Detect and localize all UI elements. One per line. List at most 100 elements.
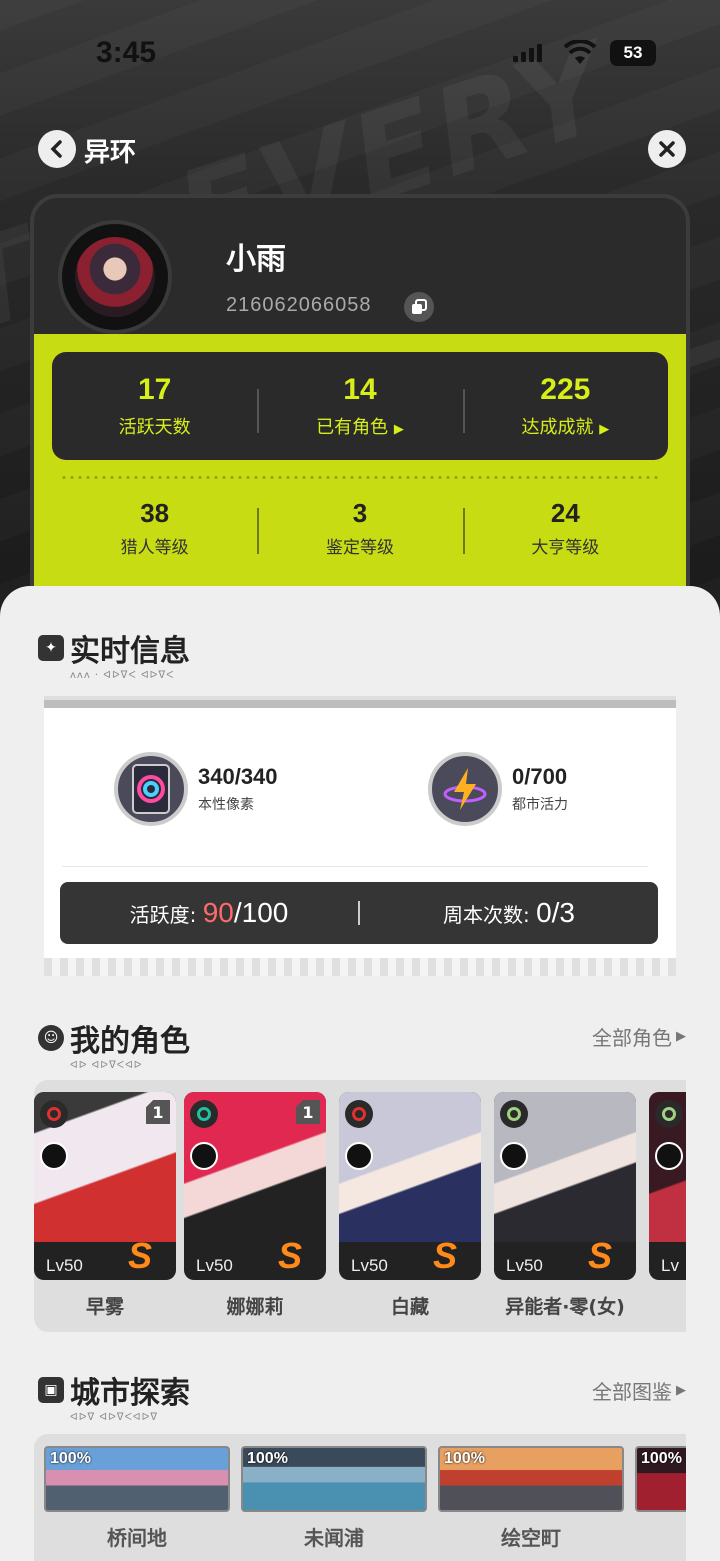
pixel-card-icon bbox=[114, 752, 188, 826]
city-header: ▣ 城市探索 bbox=[38, 1368, 190, 1412]
realtime-card: 340/340 本性像素 0/700 都市活力 活跃度: 90/100 周本次数… bbox=[44, 700, 676, 972]
lightning-icon bbox=[428, 752, 502, 826]
stat-label: 达成成就 bbox=[521, 417, 594, 438]
all-gallery-link[interactable]: 全部图鉴 ▶ bbox=[592, 1376, 686, 1405]
resource-value: 340/340 bbox=[198, 764, 278, 789]
person-icon: ☺ bbox=[38, 1025, 64, 1051]
stat-tycoon-level: 24 大亨等级 bbox=[462, 498, 668, 558]
city-card[interactable]: 100% bbox=[635, 1446, 686, 1512]
city-progress: 100% bbox=[444, 1450, 485, 1467]
sparkle-icon: ✦ bbox=[38, 635, 64, 661]
stat-label: 活跃天数 bbox=[118, 417, 191, 438]
stat-label: 鉴定等级 bbox=[325, 538, 394, 558]
character-level: Lv bbox=[661, 1256, 679, 1275]
stat-achievements[interactable]: 225 达成成就 ▶ bbox=[462, 373, 668, 439]
character-card[interactable]: Lv bbox=[649, 1092, 686, 1280]
close-button[interactable] bbox=[648, 130, 686, 168]
stat-value: 14 bbox=[343, 373, 377, 406]
stat-hunter-level: 38 猎人等级 bbox=[52, 498, 257, 558]
status-time: 3:45 bbox=[96, 36, 157, 69]
realtime-title: 实时信息 bbox=[70, 634, 190, 669]
picture-icon: ▣ bbox=[38, 1377, 64, 1403]
character-card[interactable]: Lv50 S bbox=[339, 1092, 481, 1280]
element-icon bbox=[190, 1100, 218, 1128]
weekly-value: 0/3 bbox=[536, 897, 576, 928]
city-name: 桥间地 bbox=[107, 1526, 167, 1550]
characters-list[interactable]: 1 Lv50 S 早雾 1 Lv50 S 娜娜莉 Lv50 S 白藏 Lv50 … bbox=[34, 1080, 686, 1332]
all-gallery-label: 全部图鉴 bbox=[592, 1380, 672, 1404]
avatar-frame[interactable] bbox=[58, 220, 172, 334]
character-name: 异能者·零(女) bbox=[505, 1296, 625, 1318]
s-rank-icon: S bbox=[278, 1235, 303, 1276]
character-card[interactable]: 1 Lv50 S bbox=[184, 1092, 326, 1280]
city-name: 未闻浦 bbox=[304, 1526, 364, 1550]
card-torn-edge bbox=[44, 958, 676, 976]
avatar bbox=[75, 237, 155, 317]
profile-name: 小雨 bbox=[226, 242, 286, 277]
close-icon bbox=[659, 141, 675, 157]
primary-stats: 17 活跃天数 14 已有角色 ▶ 225 达成成就 ▶ bbox=[52, 352, 668, 460]
character-name: 娜娜莉 bbox=[226, 1296, 284, 1318]
wifi-icon bbox=[564, 40, 596, 64]
character-card[interactable]: 1 Lv50 S bbox=[34, 1092, 176, 1280]
character-card[interactable]: Lv50 S bbox=[494, 1092, 636, 1280]
caret-right-icon: ▶ bbox=[599, 422, 610, 437]
character-level: Lv50 bbox=[46, 1256, 83, 1275]
copy-uid-button[interactable] bbox=[404, 292, 434, 322]
city-card[interactable]: 100% bbox=[241, 1446, 427, 1512]
city-subtitle-glyphs: ᐊᐅᐁ ᐊᐅᐁᐸᐊᐅᐁ bbox=[70, 1412, 159, 1423]
activity-label: 活跃度: bbox=[129, 903, 197, 927]
character-level: Lv50 bbox=[196, 1256, 233, 1275]
profile-card: 小雨 216062066058 17 活跃天数 14 已有角色 ▶ 225 达成… bbox=[30, 194, 690, 614]
caret-right-icon: ▶ bbox=[393, 422, 404, 437]
stat-label: 大亨等级 bbox=[531, 538, 600, 558]
stat-value: 24 bbox=[550, 498, 580, 528]
cube-icon bbox=[655, 1142, 683, 1170]
vortex-icon bbox=[40, 1142, 68, 1170]
copy-icon bbox=[412, 299, 427, 314]
character-level: Lv50 bbox=[506, 1256, 543, 1275]
page-title: 异环 bbox=[84, 138, 137, 168]
signal-icon bbox=[513, 44, 542, 62]
dotted-divider bbox=[60, 476, 660, 479]
city-card[interactable]: 100% bbox=[44, 1446, 230, 1512]
stat-value: 17 bbox=[137, 373, 172, 406]
resource-label: 本性像素 bbox=[198, 797, 254, 813]
caret-right-icon: ▶ bbox=[676, 1029, 686, 1044]
realtime-header: ✦ 实时信息 bbox=[38, 626, 190, 670]
stat-owned-characters[interactable]: 14 已有角色 ▶ bbox=[257, 373, 462, 439]
resource-vitality: 0/700 都市活力 bbox=[428, 752, 568, 826]
activity-current: 90 bbox=[202, 897, 234, 928]
profile-uid: 216062066058 bbox=[226, 294, 372, 316]
back-button[interactable] bbox=[38, 130, 76, 168]
characters-title: 我的角色 bbox=[70, 1024, 190, 1059]
stat-label: 已有角色 bbox=[316, 417, 389, 438]
stat-active-days: 17 活跃天数 bbox=[52, 373, 257, 439]
activity-max: /100 bbox=[233, 897, 289, 928]
caret-right-icon: ▶ bbox=[676, 1383, 686, 1398]
characters-header: ☺ 我的角色 bbox=[38, 1016, 190, 1060]
all-characters-label: 全部角色 bbox=[592, 1026, 672, 1050]
all-characters-link[interactable]: 全部角色 ▶ bbox=[592, 1022, 686, 1051]
s-rank-icon: S bbox=[128, 1235, 153, 1276]
city-progress: 100% bbox=[247, 1450, 288, 1467]
activity-bar: 活跃度: 90/100 周本次数: 0/3 bbox=[60, 882, 658, 944]
divider bbox=[62, 866, 648, 867]
resource-label: 都市活力 bbox=[512, 797, 568, 813]
chevron-left-icon bbox=[50, 140, 62, 158]
city-progress: 100% bbox=[641, 1450, 682, 1467]
character-name: 白藏 bbox=[390, 1296, 429, 1318]
character-level: Lv50 bbox=[351, 1256, 388, 1275]
cube-icon bbox=[500, 1142, 528, 1170]
activity-stat: 活跃度: 90/100 bbox=[60, 897, 358, 929]
secondary-stats: 38 猎人等级 3 鉴定等级 24 大亨等级 bbox=[52, 488, 668, 568]
atom-icon bbox=[345, 1142, 373, 1170]
lightning-icon bbox=[190, 1142, 218, 1170]
s-rank-icon: S bbox=[433, 1235, 458, 1276]
city-card[interactable]: 100% bbox=[438, 1446, 624, 1512]
city-name: 绘空町 bbox=[501, 1526, 561, 1550]
city-list[interactable]: 100% 桥间地 100% 未闻浦 100% 绘空町 100% bbox=[34, 1434, 686, 1561]
element-icon bbox=[500, 1100, 528, 1128]
status-bar: 3:45 53 bbox=[0, 0, 720, 100]
resource-value: 0/700 bbox=[512, 764, 568, 789]
